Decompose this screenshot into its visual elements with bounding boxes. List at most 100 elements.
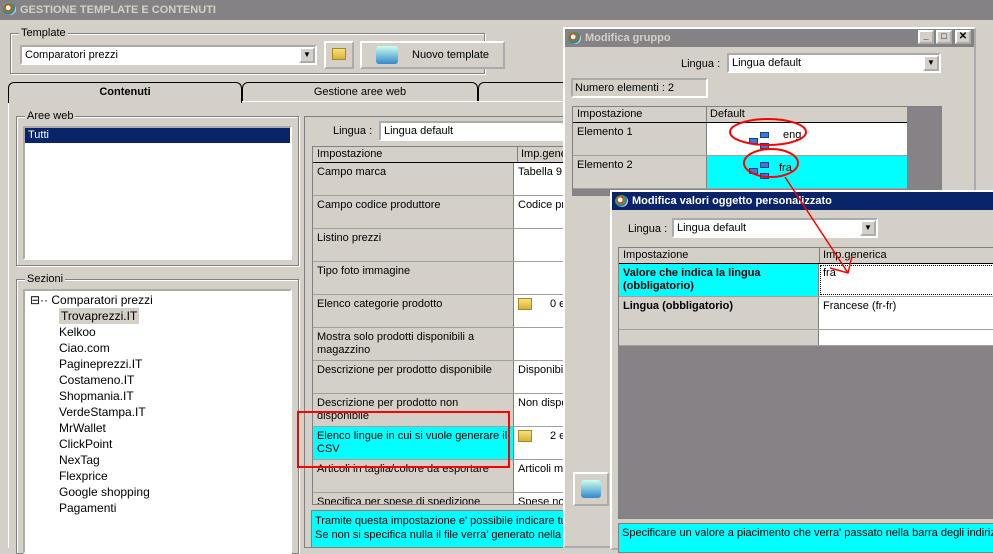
row-label: Campo codice produttore (313, 196, 514, 228)
new-template-button[interactable]: Nuovo template (360, 41, 505, 69)
table-row[interactable]: Valore che indica la lingua (obbligatori… (619, 264, 993, 297)
row-value: eng (783, 128, 802, 141)
folder-icon (332, 48, 346, 61)
table-row[interactable]: Mostra solo prodotti disponibili a magaz… (313, 328, 571, 361)
template-select[interactable]: Comparatori prezzi ▼ (20, 45, 317, 65)
tree-item[interactable]: Trovaprezzi.IT (59, 308, 140, 324)
tab-gestione-aree-web[interactable]: Gestione aree web (242, 82, 478, 102)
row-value: Non dispo (518, 397, 568, 409)
group-lingua-select[interactable]: Lingua default ▼ (727, 53, 941, 73)
object-dialog-title-bar: Modifica valori oggetto personalizzato (612, 192, 993, 210)
tree-item[interactable]: Pagineprezzi.IT (59, 356, 142, 372)
table-row[interactable]: Listino prezzi (313, 229, 571, 262)
app-icon (3, 3, 16, 15)
group-dialog-title-bar: Modifica gruppo _ □ ✕ (565, 29, 974, 47)
template-value: Comparatori prezzi (25, 49, 118, 61)
row-value-input[interactable]: fra (819, 264, 993, 296)
table-row[interactable]: Elemento 1 eng (573, 123, 907, 156)
chevron-down-icon[interactable]: ▼ (860, 220, 876, 236)
new-template-label: Nuovo template (412, 49, 490, 61)
lingua-label: Lingua : (333, 125, 373, 137)
tree-item[interactable]: MrWallet (59, 420, 106, 436)
row-label: Lingua (obbligatorio) (619, 297, 819, 329)
table-row[interactable]: Specifica per spese di spedizione Spese n… (313, 493, 571, 504)
row-value: fra (779, 161, 792, 174)
aree-web-label: Aree web (25, 110, 76, 122)
lingua-select[interactable]: Lingua default (379, 121, 579, 141)
row-label: Campo marca (313, 163, 514, 195)
tree-root-label: Comparatori prezzi (51, 293, 153, 307)
tree-item[interactable]: Costameno.IT (59, 372, 134, 388)
lingua-value: Lingua default (732, 57, 802, 69)
lingua-value: Lingua default (677, 222, 747, 234)
table-row[interactable]: Elemento 2 fra (573, 156, 907, 189)
table-row[interactable]: Campo marca Tabella 9 (313, 163, 571, 196)
row-value: Codice pr (518, 199, 566, 211)
col-imp-generica: Imp.gene (517, 147, 567, 162)
table-row[interactable] (619, 330, 993, 346)
lingua-label: Lingua : (628, 223, 668, 235)
row-value[interactable]: Francese (fr-fr) (819, 297, 993, 329)
main-title-bar: GESTIONE TEMPLATE E CONTENUTI (0, 0, 993, 20)
table-row[interactable]: Campo codice produttore Codice pr (313, 196, 571, 229)
lingua-label: Lingua : (681, 58, 721, 70)
add-element-button[interactable] (573, 472, 609, 506)
grid-header: Impostazione Default (573, 107, 907, 123)
col-impostazione: Impostazione (623, 249, 689, 261)
col-impostazione: Impostazione (317, 148, 383, 160)
tree-item[interactable]: VerdeStampa.IT (59, 404, 146, 420)
maximize-button[interactable]: □ (936, 30, 952, 44)
list-item[interactable]: Tutti (25, 128, 290, 143)
tree-item[interactable]: Flexprice (59, 468, 108, 484)
close-button[interactable]: ✕ (955, 30, 971, 44)
aree-web-list[interactable]: Tutti (23, 126, 292, 260)
minimize-button[interactable]: _ (918, 30, 934, 44)
object-lingua-select[interactable]: Lingua default ▼ (672, 218, 878, 238)
col-imp-generica: Imp.generica (819, 248, 993, 263)
group-dialog-title: Modifica gruppo (585, 32, 671, 44)
row-label: Mostra solo prodotti disponibili a magaz… (313, 328, 514, 360)
group-grid[interactable]: Impostazione Default Elemento 1 eng Elem… (572, 106, 942, 196)
row-label: Specifica per spese di spedizione (313, 493, 514, 504)
row-label: Listino prezzi (313, 229, 514, 261)
grid-header: Impostazione Imp.gene (313, 147, 571, 163)
table-row[interactable]: Tipo foto immagine (313, 262, 571, 295)
object-dialog-title: Modifica valori oggetto personalizzato (632, 195, 832, 207)
open-folder-button[interactable] (324, 41, 354, 69)
chevron-down-icon[interactable]: ▼ (923, 55, 939, 71)
tab-contenuti[interactable]: Contenuti (8, 82, 242, 103)
row-value: Articoli ma (518, 463, 570, 475)
element-count: Numero elementi : 2 (571, 78, 708, 98)
tree-root[interactable]: ⊟·· Comparatori prezzi (30, 292, 153, 308)
folder-icon[interactable] (518, 430, 532, 443)
row-value: Tabella 9 (518, 166, 563, 178)
hierarchy-icon (749, 162, 771, 180)
sezioni-label: Sezioni (25, 273, 66, 285)
col-impostazione: Impostazione (577, 108, 643, 120)
tree-item[interactable]: Pagamenti (59, 500, 116, 516)
annotation-rectangle (297, 411, 510, 468)
main-title: GESTIONE TEMPLATE E CONTENUTI (20, 4, 216, 16)
col-default: Default (706, 107, 906, 122)
row-value: Disponibil (518, 364, 566, 376)
tree-item[interactable]: Kelkoo (59, 324, 96, 340)
object-grid[interactable]: Impostazione Imp.generica Valore che ind… (618, 247, 993, 519)
chevron-down-icon[interactable]: ▼ (299, 47, 315, 63)
tree-item[interactable]: Ciao.com (59, 340, 110, 356)
row-label: Elenco categorie prodotto (313, 295, 514, 327)
object-description: Specificare un valore a piacimento che v… (618, 523, 993, 553)
tree-item[interactable]: Shopmania.IT (59, 388, 134, 404)
folder-icon[interactable] (518, 298, 532, 311)
table-row[interactable]: Elenco categorie prodotto 0 e (313, 295, 571, 328)
table-row[interactable]: Descrizione per prodotto disponibile Disp… (313, 361, 571, 394)
table-row[interactable]: Lingua (obbligatorio) Francese (fr-fr) (619, 297, 993, 330)
tree-item[interactable]: NexTag (59, 452, 100, 468)
new-template-icon (376, 46, 398, 64)
sections-tree[interactable]: ⊟·· Comparatori prezzi Trovaprezzi.IT Kel… (23, 289, 292, 554)
tree-item[interactable]: Google shopping (59, 484, 150, 500)
grid-header: Impostazione Imp.generica (619, 248, 993, 264)
tree-item[interactable]: ClickPoint (59, 436, 112, 452)
template-group-label: Template (19, 27, 68, 39)
row-label: Valore che indica la lingua (obbligatori… (619, 264, 819, 296)
add-icon (581, 480, 601, 498)
